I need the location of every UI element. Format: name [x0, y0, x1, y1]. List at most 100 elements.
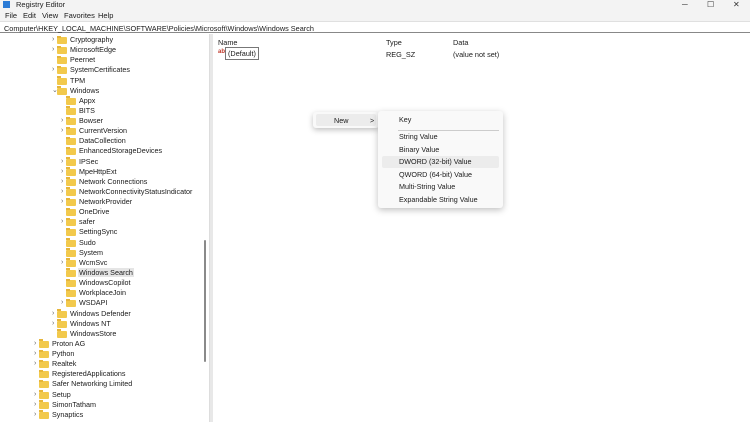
chevron-right-icon[interactable]: › [34, 359, 36, 369]
chevron-right-icon[interactable]: › [61, 177, 63, 187]
tree-item[interactable]: › MpeHttpExt [61, 167, 118, 177]
folder-icon [39, 379, 49, 389]
folder-icon [66, 248, 76, 257]
registry-tree[interactable]: › Cryptography › MicrosoftEdge Peernet › Syste… [0, 34, 210, 422]
menu-help[interactable]: Help [98, 11, 113, 20]
folder-icon [57, 329, 67, 338]
chevron-right-icon[interactable]: › [61, 116, 63, 126]
submenu-binary-value[interactable]: Binary Value [382, 144, 499, 156]
tree-item-label: WindowsStore [70, 328, 117, 338]
tree-item[interactable]: › Bowser [61, 116, 104, 126]
chevron-right-icon[interactable]: › [34, 390, 36, 400]
value-name[interactable]: (Default) [225, 47, 259, 60]
tree-item[interactable]: Appx [66, 96, 96, 106]
tree-item[interactable]: › Python [34, 349, 75, 359]
tree-item[interactable]: › NetworkProvider [61, 197, 133, 207]
chevron-right-icon[interactable]: › [61, 126, 63, 136]
submenu-dword-value[interactable]: DWORD (32-bit) Value [382, 156, 499, 168]
chevron-right-icon[interactable]: › [52, 65, 54, 75]
tree-item[interactable]: Peernet [57, 55, 96, 65]
tree-item[interactable]: WindowsStore [57, 328, 117, 339]
tree-item-label: Windows [70, 85, 100, 95]
tree-item[interactable]: › Windows NT [52, 319, 112, 329]
context-menu-new[interactable]: New > [316, 114, 376, 126]
tree-item-label: safer [79, 217, 95, 227]
chevron-right-icon[interactable]: › [61, 187, 63, 197]
submenu-qword-value[interactable]: QWORD (64-bit) Value [382, 169, 499, 181]
tree-item[interactable]: › Windows Defender [52, 309, 132, 319]
tree-item[interactable]: WorkplaceJoin [66, 288, 127, 298]
folder-icon [57, 45, 67, 55]
submenu-expandable-string-value[interactable]: Expandable String Value [382, 194, 499, 206]
menu-favorites[interactable]: Favorites [64, 11, 95, 20]
column-header-name[interactable]: Name [218, 38, 237, 47]
tree-item[interactable]: › WSDAPI [61, 298, 108, 308]
tree-item[interactable]: EnhancedStorageDevices [66, 146, 163, 156]
tree-item[interactable]: › MicrosoftEdge [52, 45, 117, 55]
address-bar[interactable]: Computer\HKEY_LOCAL_MACHINE\SOFTWARE\Pol… [0, 21, 750, 33]
submenu-string-value[interactable]: String Value [382, 131, 499, 143]
tree-item[interactable]: System [66, 248, 104, 258]
menu-view[interactable]: View [42, 11, 58, 20]
menu-edit[interactable]: Edit [23, 11, 36, 20]
chevron-right-icon[interactable]: › [34, 410, 36, 420]
tree-item[interactable]: Safer Networking Limited [39, 379, 133, 389]
submenu-multi-string-value[interactable]: Multi-String Value [382, 181, 499, 193]
tree-item[interactable]: OneDrive [66, 207, 110, 217]
tree-item[interactable]: › SimonTatham [34, 400, 97, 410]
chevron-right-icon[interactable]: › [52, 35, 54, 45]
tree-item[interactable]: › Synaptics [34, 410, 84, 420]
folder-icon [39, 390, 49, 399]
chevron-right-icon[interactable]: › [52, 45, 54, 55]
chevron-right-icon[interactable]: › [61, 167, 63, 177]
tree-item[interactable]: TPM [57, 76, 86, 86]
chevron-right-icon[interactable]: › [61, 217, 63, 227]
folder-icon [66, 227, 76, 237]
column-header-data[interactable]: Data [453, 38, 468, 47]
chevron-right-icon[interactable]: › [34, 400, 36, 410]
tree-item-label: Cryptography [70, 35, 114, 44]
tree-item[interactable]: › safer [61, 217, 96, 227]
tree-item[interactable]: RegisteredApplications [39, 369, 127, 379]
tree-item[interactable]: DataCollection [66, 136, 127, 146]
chevron-right-icon[interactable]: › [34, 339, 36, 349]
tree-item-label: Setup [52, 389, 71, 399]
tree-item-label: Windows Search [78, 267, 134, 277]
chevron-right-icon[interactable]: › [61, 157, 63, 167]
tree-item[interactable]: SettingSync [66, 227, 118, 237]
tree-item[interactable]: › CurrentVersion [61, 126, 128, 136]
tree-item[interactable]: Sudo [66, 238, 97, 248]
tree-item[interactable]: › WcmSvc [61, 258, 108, 268]
tree-item-label: Safer Networking Limited [52, 379, 133, 389]
scrollbar-thumb[interactable] [204, 240, 206, 362]
tree-item[interactable]: › NetworkConnectivityStatusIndicator [61, 187, 193, 197]
menu-file[interactable]: File [5, 11, 17, 20]
folder-icon [39, 410, 49, 419]
chevron-right-icon[interactable]: › [61, 298, 63, 308]
chevron-right-icon[interactable]: › [61, 197, 63, 207]
tree-item[interactable]: BITS [66, 106, 96, 116]
tree-item[interactable]: › Network Connections [61, 177, 148, 187]
tree-item[interactable]: › SystemCertificates [52, 65, 131, 75]
tree-item[interactable]: › Setup [34, 389, 72, 400]
tree-item-label: SettingSync [79, 227, 118, 237]
column-header-type[interactable]: Type [386, 38, 402, 47]
tree-item[interactable]: › Cryptography [52, 35, 114, 45]
close-button[interactable]: ✕ [733, 0, 740, 9]
tree-item[interactable]: WindowsCopilot [66, 278, 132, 288]
chevron-right-icon[interactable]: › [52, 319, 54, 329]
maximize-button[interactable]: ☐ [707, 0, 714, 9]
tree-item-label: CurrentVersion [79, 126, 127, 136]
tree-scrollbar[interactable] [203, 34, 207, 422]
chevron-right-icon[interactable]: › [34, 349, 36, 359]
tree-item[interactable]: › IPSec [61, 157, 99, 167]
chevron-right-icon[interactable]: › [61, 258, 63, 268]
submenu-key[interactable]: Key [382, 114, 499, 126]
tree-item[interactable]: ⌄ Windows [52, 85, 100, 96]
minimize-button[interactable]: ─ [682, 0, 688, 9]
tree-item[interactable]: › Proton AG [34, 339, 86, 349]
tree-item[interactable]: › Realtek [34, 359, 77, 369]
chevron-right-icon[interactable]: › [52, 309, 54, 319]
tree-item-label: OneDrive [79, 207, 110, 217]
tree-item[interactable]: Windows Search [66, 267, 134, 278]
